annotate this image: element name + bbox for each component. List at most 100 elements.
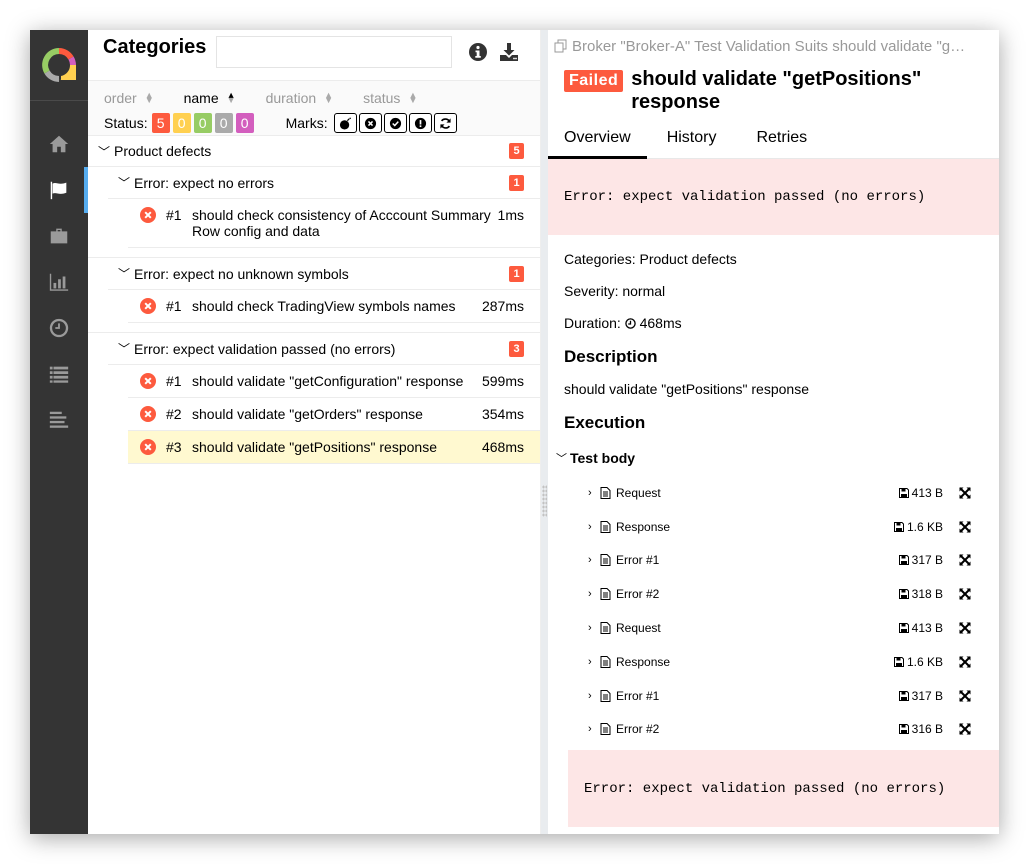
pane-title: Categories xyxy=(103,35,207,58)
attachment-row[interactable]: › Error #1 317 B xyxy=(564,544,983,578)
mark-new-passed-toggle[interactable] xyxy=(383,113,407,133)
subcategory-expect-no-unknown-symbols[interactable]: ﹀ Error: expect no unknown symbols 1 xyxy=(108,258,540,290)
subcategory-group: ﹀ Error: expect no errors 1 #1 should ch… xyxy=(88,167,540,464)
severity-info: Severity: normal xyxy=(564,283,666,299)
attachment-size-value: 1.6 KB xyxy=(906,654,943,669)
chevron-down-icon: ﹀ xyxy=(556,453,567,465)
sidebar-item-graphs[interactable] xyxy=(30,259,88,305)
expand-icon[interactable] xyxy=(959,487,971,499)
category-product-defects[interactable]: ﹀ Product defects 5 xyxy=(88,136,540,167)
chevron-right-icon: › xyxy=(588,520,592,533)
breadcrumb-text[interactable]: Broker "Broker-A" Test Validation Suits … xyxy=(572,38,965,55)
pane-splitter[interactable] xyxy=(541,30,548,834)
attachment-row[interactable]: › Error #1 317 B xyxy=(564,679,983,713)
sort-by-name[interactable]: name ▲ ▼ xyxy=(184,90,236,106)
categories-info: Categories: Product defects xyxy=(564,251,737,267)
copy-icon[interactable] xyxy=(554,39,568,53)
test-row[interactable]: #1 should validate "getConfiguration" re… xyxy=(128,365,540,398)
error-message: Error: expect validation passed (no erro… xyxy=(548,159,999,235)
attachment-name: Response xyxy=(616,654,671,669)
sort-by-duration[interactable]: duration ▲ ▼ xyxy=(266,90,334,106)
logo-icon xyxy=(42,48,76,82)
expand-icon[interactable] xyxy=(959,554,971,567)
file-text-icon xyxy=(600,689,611,702)
attachment-size: 317 B xyxy=(898,553,943,567)
count-badge: 1 xyxy=(509,265,524,282)
file-text-icon xyxy=(600,723,611,736)
sidebar-item-behaviors[interactable] xyxy=(30,351,88,397)
test-duration: 354ms xyxy=(481,406,524,422)
sidebar xyxy=(30,30,88,834)
duration-value: 468ms xyxy=(639,315,682,331)
subcategory-label: Error: expect no errors xyxy=(134,174,275,191)
sidebar-item-timeline[interactable] xyxy=(30,305,88,351)
description-text: should validate "getPositions" response xyxy=(564,381,809,397)
failed-status-icon xyxy=(140,373,156,389)
attachment-name: Request xyxy=(616,485,661,500)
sidebar-item-suites[interactable] xyxy=(30,213,88,259)
attachment-row[interactable]: › Response 1.6 KB xyxy=(564,645,983,679)
marks-filter-label: Marks: xyxy=(285,115,328,131)
sort-by-status[interactable]: status ▲ ▼ xyxy=(363,90,417,106)
attachment-size-value: 316 B xyxy=(911,722,943,737)
tab-retries[interactable]: Retries xyxy=(732,128,823,159)
execution-heading: Execution xyxy=(564,413,646,432)
mark-flaky-toggle[interactable] xyxy=(333,113,357,133)
test-row-selected[interactable]: #3 should validate "getPositions" respon… xyxy=(128,431,540,464)
test-body-toggle[interactable]: ﹀ Test body xyxy=(556,447,983,469)
count-badge: 5 xyxy=(509,143,524,159)
test-row[interactable]: #1 should check TradingView symbols name… xyxy=(128,290,540,323)
sidebar-item-home[interactable] xyxy=(30,121,88,167)
align-left-icon xyxy=(49,411,69,428)
test-duration: 287ms xyxy=(481,298,524,314)
sidebar-item-categories[interactable] xyxy=(30,167,88,213)
allure-logo[interactable] xyxy=(30,30,88,101)
chevron-right-icon: › xyxy=(588,689,592,702)
test-duration: 1ms xyxy=(497,207,524,223)
test-row[interactable]: #1 should check consistency of Acccount … xyxy=(128,199,540,248)
download-icon[interactable] xyxy=(499,42,519,62)
save-icon xyxy=(898,487,909,498)
attachment-row[interactable]: › Error #2 316 B xyxy=(564,713,983,747)
tab-history[interactable]: History xyxy=(647,128,733,159)
info-icon[interactable] xyxy=(468,42,488,62)
expand-icon[interactable] xyxy=(959,656,971,668)
tab-overview[interactable]: Overview xyxy=(548,128,647,159)
expand-icon[interactable] xyxy=(959,723,971,736)
subcategory-expect-validation-passed[interactable]: ﹀ Error: expect validation passed (no er… xyxy=(108,333,540,365)
file-text-icon xyxy=(600,622,611,635)
subcategory-label: Error: expect validation passed (no erro… xyxy=(134,340,396,357)
expand-icon[interactable] xyxy=(959,622,971,634)
attachment-size: 413 B xyxy=(898,486,943,500)
list-icon xyxy=(49,366,69,383)
sort-filter-toolbar: order ▲ ▼ name ▲ ▼ duration ▲ ▼ status ▲ ▼ S… xyxy=(88,80,540,136)
status-filter-label: Status: xyxy=(104,115,148,131)
attachment-row[interactable]: › Error #2 318 B xyxy=(564,577,983,611)
briefcase-icon xyxy=(50,228,68,244)
sorter-label: name xyxy=(183,90,219,106)
attachment-row[interactable]: › Request 413 B xyxy=(564,611,983,645)
status-failed-toggle[interactable]: 5 xyxy=(151,113,170,133)
test-row[interactable]: #2 should validate "getOrders" response … xyxy=(128,398,540,431)
search-input[interactable] xyxy=(216,36,452,68)
attachment-row[interactable]: › Request 413 B xyxy=(564,476,983,510)
sidebar-item-packages[interactable] xyxy=(30,397,88,443)
chevron-right-icon: › xyxy=(588,554,592,567)
bomb-icon xyxy=(339,117,351,130)
mark-retries-toggle[interactable] xyxy=(433,113,457,133)
expand-icon[interactable] xyxy=(959,588,971,600)
attachment-row[interactable]: › Response 1.6 KB xyxy=(564,510,983,544)
chevron-right-icon: › xyxy=(588,723,592,736)
sort-by-order[interactable]: order ▲ ▼ xyxy=(104,90,154,106)
status-unknown-toggle[interactable]: 0 xyxy=(235,113,254,133)
sort-icon: ▲ ▼ xyxy=(408,90,418,105)
status-skipped-toggle[interactable]: 0 xyxy=(214,113,233,133)
sort-icon: ▲ ▼ xyxy=(324,90,334,105)
mark-new-broken-toggle[interactable] xyxy=(408,113,432,133)
expand-icon[interactable] xyxy=(959,520,971,533)
mark-new-failed-toggle[interactable] xyxy=(358,113,382,133)
status-passed-toggle[interactable]: 0 xyxy=(193,113,212,133)
expand-icon[interactable] xyxy=(959,689,971,702)
subcategory-expect-no-errors[interactable]: ﹀ Error: expect no errors 1 xyxy=(108,167,540,199)
status-broken-toggle[interactable]: 0 xyxy=(172,113,191,133)
